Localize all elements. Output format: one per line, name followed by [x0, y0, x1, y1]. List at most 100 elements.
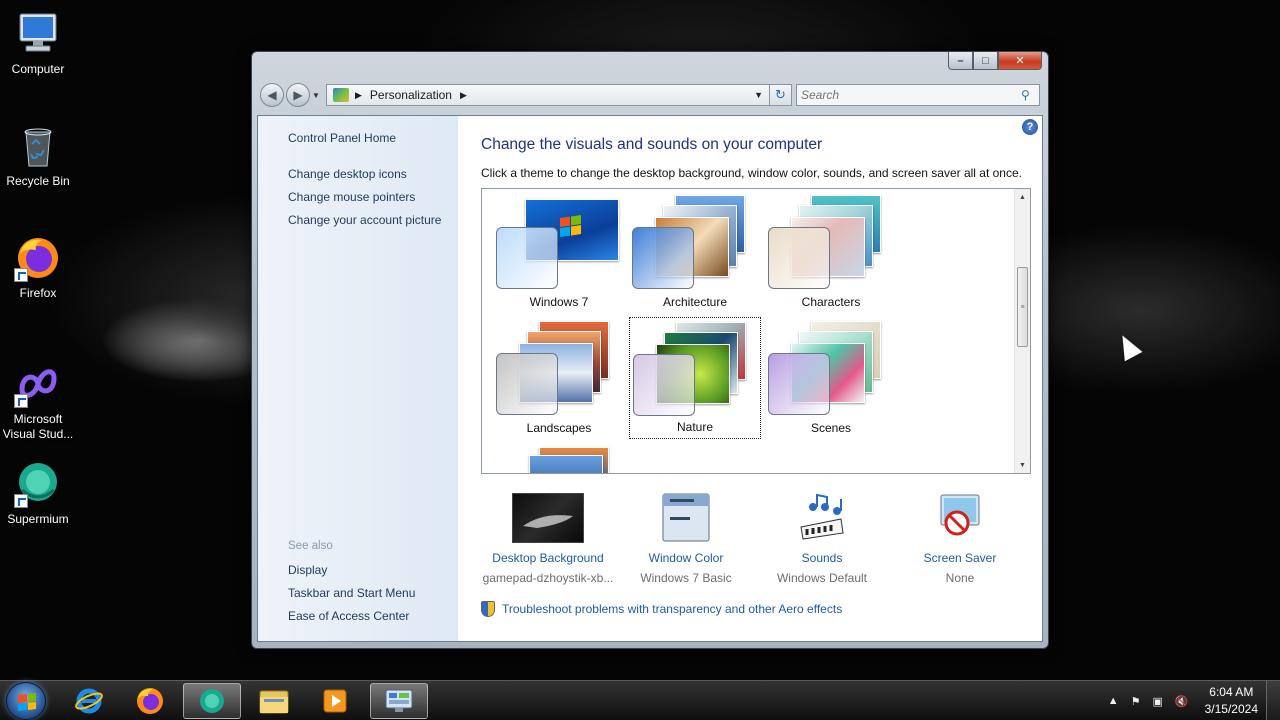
theme-label: Scenes: [810, 421, 852, 435]
link-taskbar-start-menu[interactable]: Taskbar and Start Menu: [288, 586, 415, 600]
window-color-icon: [662, 493, 710, 543]
screen-saver-value: None: [945, 571, 975, 585]
theme-list-scrollbar[interactable]: ▲ ≡ ▼: [1014, 189, 1030, 473]
system-clock[interactable]: 6:04 AM 3/15/2024: [1205, 684, 1258, 718]
theme-architecture[interactable]: Architecture: [629, 191, 761, 313]
shortcut-arrow-icon: [14, 268, 28, 282]
clock-time: 6:04 AM: [1209, 685, 1254, 699]
taskbar-internet-explorer[interactable]: [60, 683, 118, 719]
search-box[interactable]: ⚲: [796, 84, 1040, 106]
theme-landscapes[interactable]: Landscapes: [493, 317, 625, 439]
address-dropdown-icon[interactable]: ▼: [754, 90, 763, 100]
link-ease-of-access-center[interactable]: Ease of Access Center: [288, 609, 409, 623]
theme-windows-7[interactable]: Windows 7: [493, 191, 625, 313]
mouse-cursor-icon: [1113, 330, 1143, 362]
file-explorer-icon: [259, 690, 289, 714]
window-color-swatch: [496, 227, 558, 289]
taskbar-file-explorer[interactable]: [245, 683, 303, 719]
desktop-icon-computer[interactable]: Computer: [0, 10, 76, 76]
desktop-icon-supermium[interactable]: Supermium: [0, 460, 76, 526]
breadcrumb-separator-icon[interactable]: ▶: [460, 90, 467, 101]
volume-muted-icon[interactable]: 🔇: [1175, 695, 1189, 708]
link-display[interactable]: Display: [288, 563, 327, 577]
desktop-background-link[interactable]: Desktop Background: [473, 551, 623, 565]
link-control-panel-home[interactable]: Control Panel Home: [288, 131, 396, 145]
sounds-link[interactable]: Sounds: [747, 551, 897, 565]
back-button[interactable]: ◀: [260, 83, 284, 107]
internet-explorer-icon: [75, 688, 103, 714]
window-color-value: Windows 7 Basic: [640, 571, 732, 585]
window-color-setting[interactable]: Window Color Windows 7 Basic: [611, 493, 761, 585]
breadcrumb-separator-icon[interactable]: ▶: [355, 90, 362, 101]
media-player-icon: [323, 689, 347, 713]
minimize-button[interactable]: –: [948, 52, 973, 70]
show-desktop-button[interactable]: [1266, 681, 1280, 720]
maximize-button[interactable]: □: [973, 52, 998, 70]
firefox-icon: [14, 234, 62, 282]
back-arrow-icon: ◀: [267, 88, 277, 102]
search-icon[interactable]: ⚲: [1021, 88, 1039, 102]
desktop-background-icon: [512, 493, 584, 543]
troubleshoot-aero-link[interactable]: Troubleshoot problems with transparency …: [481, 601, 842, 617]
theme-scenes[interactable]: Scenes: [765, 317, 897, 439]
close-button[interactable]: ✕: [998, 52, 1042, 70]
shortcut-arrow-icon: [14, 394, 28, 408]
taskbar-media-player[interactable]: [306, 683, 364, 719]
desktop-background-setting[interactable]: Desktop Background gamepad-dzhoystik-xb.…: [473, 493, 623, 585]
desktop-icon-visual-studio[interactable]: Microsoft Visual Stud...: [0, 360, 76, 442]
theme-nature[interactable]: Nature: [629, 317, 761, 439]
window-color-swatch: [496, 353, 558, 415]
search-input[interactable]: [801, 88, 1021, 102]
sounds-value: Windows Default: [776, 571, 868, 585]
theme-list: Windows 7 Architecture Characters Landsc…: [481, 188, 1031, 474]
theme-partial-next-row[interactable]: [493, 443, 625, 473]
refresh-icon: ↻: [775, 87, 786, 102]
taskbar-control-panel[interactable]: [370, 683, 428, 719]
screen-saver-icon: [935, 493, 985, 543]
action-center-flag-icon[interactable]: ⚑: [1131, 695, 1141, 708]
scroll-down-icon[interactable]: ▼: [1015, 457, 1030, 473]
caption-buttons: – □ ✕: [948, 52, 1042, 70]
address-bar[interactable]: ▶ Personalization ▶ ▼: [326, 84, 770, 106]
window-color-link[interactable]: Window Color: [611, 551, 761, 565]
refresh-button[interactable]: ↻: [770, 84, 792, 106]
theme-label: Characters: [801, 295, 861, 309]
sounds-icon: [797, 493, 847, 543]
theme-characters[interactable]: Characters: [765, 191, 897, 313]
start-button[interactable]: [6, 682, 46, 720]
troubleshoot-link-text[interactable]: Troubleshoot problems with transparency …: [502, 602, 842, 616]
recycle-bin-icon: [14, 122, 62, 170]
desktop-icon-label: Recycle Bin: [6, 174, 70, 188]
notification-area: ▲ ⚑ ▣ 🔇 6:04 AM 3/15/2024: [1102, 681, 1258, 720]
link-change-account-picture[interactable]: Change your account picture: [288, 213, 441, 227]
network-icon[interactable]: ▣: [1153, 695, 1163, 708]
screen-saver-link[interactable]: Screen Saver: [885, 551, 1035, 565]
main-content: ? Change the visuals and sounds on your …: [458, 116, 1042, 641]
supermium-icon: [200, 689, 224, 713]
firefox-icon: [137, 688, 163, 714]
window-color-swatch: [768, 353, 830, 415]
page-title: Change the visuals and sounds on your co…: [481, 136, 823, 153]
link-change-desktop-icons[interactable]: Change desktop icons: [288, 167, 407, 181]
theme-label: Nature: [676, 420, 714, 434]
taskbar-supermium[interactable]: [183, 683, 241, 719]
desktop-icon-recycle-bin[interactable]: Recycle Bin: [0, 122, 76, 188]
help-icon[interactable]: ?: [1022, 119, 1038, 135]
screen-saver-setting[interactable]: Screen Saver None: [885, 493, 1035, 585]
sounds-setting[interactable]: Sounds Windows Default: [747, 493, 897, 585]
show-hidden-icons-icon[interactable]: ▲: [1108, 695, 1119, 707]
navigation-bar: ◀ ▶ ▼ ▶ Personalization ▶ ▼ ↻ ⚲: [260, 82, 1040, 108]
recent-pages-dropdown[interactable]: ▼: [312, 91, 322, 100]
taskbar-firefox[interactable]: [121, 683, 179, 719]
window-color-swatch: [633, 354, 695, 416]
breadcrumb-personalization[interactable]: Personalization: [370, 88, 452, 102]
visual-studio-icon: [14, 360, 62, 408]
desktop-background-value: gamepad-dzhoystik-xb...: [482, 571, 614, 585]
shield-icon: [481, 601, 495, 617]
desktop-icon-firefox[interactable]: Firefox: [0, 234, 76, 300]
scroll-thumb[interactable]: ≡: [1017, 267, 1028, 347]
scroll-up-icon[interactable]: ▲: [1015, 189, 1030, 205]
shortcut-arrow-icon: [14, 494, 28, 508]
link-change-mouse-pointers[interactable]: Change mouse pointers: [288, 190, 415, 204]
forward-button[interactable]: ▶: [286, 83, 310, 107]
